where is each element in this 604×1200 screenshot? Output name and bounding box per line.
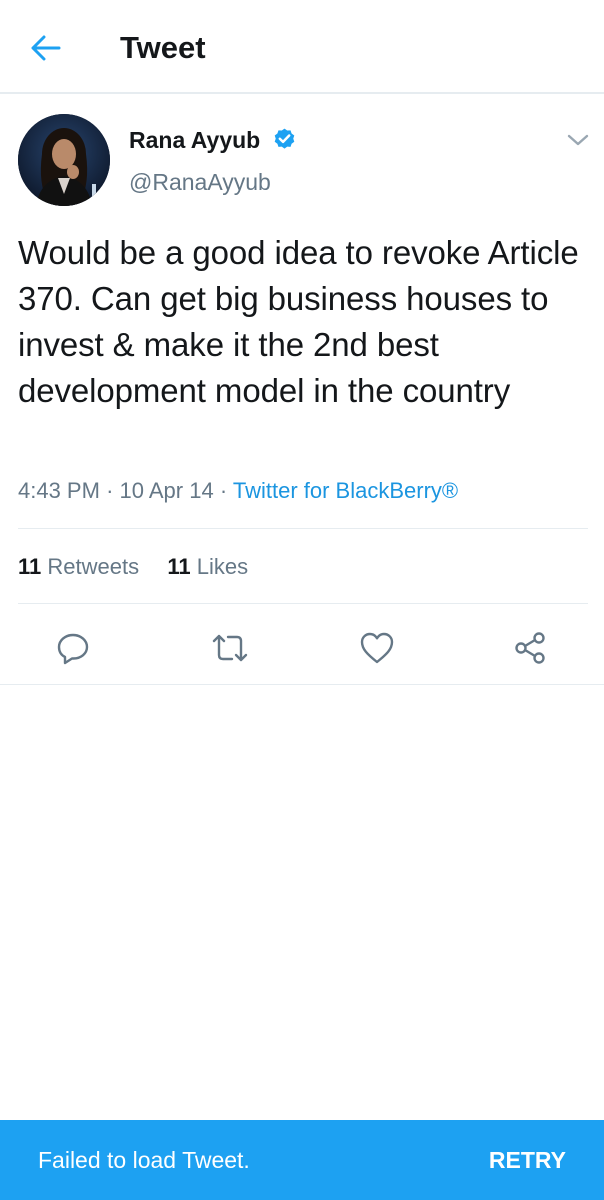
divider xyxy=(18,528,588,529)
verified-badge-icon xyxy=(274,128,295,149)
retweets-stat[interactable]: 11 Retweets xyxy=(18,554,145,579)
tweet-stats: 11 Retweets 11 Likes xyxy=(18,552,248,582)
snackbar-message: Failed to load Tweet. xyxy=(38,1147,250,1173)
heart-icon xyxy=(360,632,394,664)
likes-label: Likes xyxy=(196,554,249,579)
chevron-down-icon xyxy=(567,134,589,146)
author-name[interactable]: Rana Ayyub xyxy=(129,125,260,155)
tweet-source-link[interactable]: Twitter for BlackBerry® xyxy=(233,478,458,503)
tweet-time: 4:43 PM xyxy=(18,478,100,503)
retry-button[interactable]: RETRY xyxy=(489,1145,566,1175)
retweet-button[interactable] xyxy=(210,628,250,668)
share-button[interactable] xyxy=(510,628,550,668)
tweet-action-bar xyxy=(0,624,604,670)
retweets-count: 11 xyxy=(18,554,42,579)
share-icon xyxy=(515,632,545,664)
author-handle[interactable]: @RanaAyyub xyxy=(129,167,271,197)
tweet-text: Would be a good idea to revoke Article 3… xyxy=(18,234,579,409)
tweet-menu-button[interactable] xyxy=(563,128,593,152)
avatar-image xyxy=(18,114,110,206)
reply-button[interactable] xyxy=(53,628,93,668)
meta-separator: · xyxy=(219,478,228,503)
likes-stat[interactable]: 11 Likes xyxy=(167,554,248,579)
avatar[interactable] xyxy=(18,114,110,206)
retweet-icon xyxy=(212,634,248,662)
divider xyxy=(0,684,604,685)
meta-separator: · xyxy=(106,478,114,503)
reply-icon xyxy=(57,633,89,665)
error-snackbar: Failed to load Tweet. RETRY xyxy=(0,1120,604,1200)
retweets-label: Retweets xyxy=(47,554,140,579)
back-button[interactable] xyxy=(22,28,70,68)
divider xyxy=(18,603,588,604)
arrow-left-icon xyxy=(31,35,61,61)
top-app-bar: Tweet xyxy=(0,0,604,94)
tweet-detail-screen: Tweet Rana Ayyub @RanaAyyub Would be a g… xyxy=(0,0,604,1200)
page-title: Tweet xyxy=(120,30,206,65)
likes-count: 11 xyxy=(167,554,191,579)
tweet-meta: 4:43 PM · 10 Apr 14 · Twitter for BlackB… xyxy=(18,476,458,506)
like-button[interactable] xyxy=(357,628,397,668)
tweet-date: 10 Apr 14 xyxy=(119,478,214,503)
